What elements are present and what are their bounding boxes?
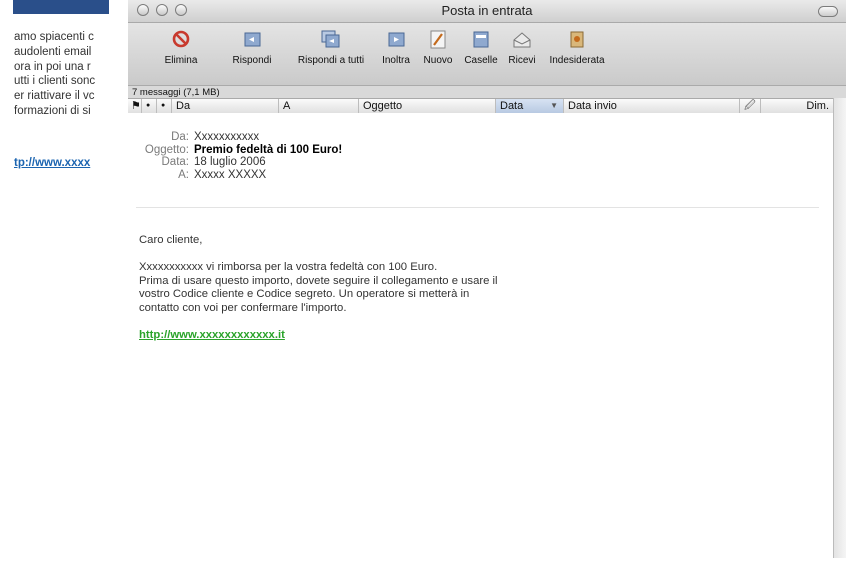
column-read-status[interactable]: ● (142, 99, 157, 113)
subject-label: Oggetto: (144, 143, 189, 156)
date-label: Data: (161, 156, 190, 169)
reply-label: Rispondi (232, 55, 272, 66)
reply-all-label: Rispondi a tutti (297, 55, 365, 66)
delete-icon (172, 30, 190, 48)
reply-all-icon (321, 30, 340, 48)
from-value: Xxxxxxxxxxx (194, 131, 260, 143)
column-to[interactable]: A (279, 99, 359, 113)
header-divider (136, 207, 819, 208)
header-date-row: Data: 18 luglio 2006 (138, 156, 342, 169)
column-flag[interactable]: ⚑ (128, 99, 142, 113)
reply-button[interactable]: Rispondi (230, 29, 274, 66)
forward-button[interactable]: Inoltra (378, 29, 414, 66)
body-line: Xxxxxxxxxxx vi rimborsa per la vostra fe… (139, 261, 438, 273)
message-count-status: 7 messaggi (7,1 MB) (128, 85, 846, 98)
header-subject-row: Oggetto: Premio fedeltà di 100 Euro! (138, 144, 342, 157)
compose-icon (430, 30, 446, 49)
header-to-row: A: Xxxxx XXXXX (138, 169, 342, 182)
background-line: formazioni di si (14, 104, 91, 117)
forward-label: Inoltra (382, 55, 410, 66)
header-from-row: Da: Xxxxxxxxxxx (138, 131, 342, 144)
toolbar: Elimina Rispondi Rispondi a tutti Inoltr… (128, 23, 846, 85)
body-line: vostro Codice cliente e Codice segreto. … (139, 288, 470, 300)
toolbar-toggle-button[interactable] (818, 6, 838, 17)
column-subject[interactable]: Oggetto (359, 99, 496, 113)
message-body: Caro cliente, Xxxxxxxxxxx vi rimborsa pe… (139, 234, 498, 342)
column-size[interactable]: Dim. (761, 99, 834, 113)
column-date[interactable]: Data ▼ (496, 99, 564, 113)
reply-all-button[interactable]: Rispondi a tutti (289, 29, 373, 66)
body-line: contatto con voi per confermare l'import… (139, 301, 347, 314)
mailboxes-icon (473, 31, 489, 48)
message-preview: Da: Xxxxxxxxxxx Oggetto: Premio fedeltà di… (128, 113, 833, 558)
body-paragraph: Xxxxxxxxxxx vi rimborsa per la vostra fe… (139, 261, 498, 315)
background-line: amo spiacenti c (14, 31, 94, 43)
column-date-label: Data (500, 100, 524, 112)
from-label: Da: (171, 131, 189, 143)
junk-label: Indesiderata (549, 55, 605, 66)
message-header: Da: Xxxxxxxxxxx Oggetto: Premio fedeltà di… (138, 131, 342, 181)
delete-button[interactable]: Elimina (159, 29, 203, 66)
title-bar[interactable]: Posta in entrata (128, 0, 846, 23)
date-value: 18 luglio 2006 (194, 156, 266, 169)
background-link[interactable]: tp://www.xxxx (14, 157, 90, 169)
column-from[interactable]: Da (172, 99, 279, 113)
background-text: amo spiacenti c audolenti email ora in p… (14, 30, 120, 119)
to-value: Xxxxx XXXXX (194, 168, 267, 181)
subject-value: Premio fedeltà di 100 Euro! (194, 143, 343, 156)
new-message-button[interactable]: Nuovo (419, 29, 457, 66)
attachment-icon[interactable]: 🖉 (740, 99, 761, 113)
window-bottom (128, 558, 846, 588)
mailboxes-button[interactable]: Caselle (461, 29, 501, 66)
junk-button[interactable]: Indesiderata (546, 29, 608, 66)
background-document: amo spiacenti c audolenti email ora in p… (0, 0, 120, 560)
get-mail-icon (513, 32, 531, 48)
column-date-sent[interactable]: Data invio (564, 99, 740, 113)
background-line: audolenti email (14, 45, 92, 58)
message-list-header: ⚑ ● ● Da A Oggetto Data ▼ Data invio 🖉 D… (128, 98, 834, 114)
column-chat[interactable]: ● (157, 99, 172, 113)
phishing-link[interactable]: http://www.xxxxxxxxxxxx.it (139, 329, 285, 341)
get-mail-button[interactable]: Ricevi (504, 29, 540, 66)
background-line: ora in poi una r (14, 60, 91, 73)
greeting: Caro cliente, (139, 234, 203, 246)
junk-icon (570, 31, 584, 48)
body-line: Prima di usare questo importo, dovete se… (139, 274, 498, 287)
forward-icon (388, 32, 405, 47)
window-title: Posta in entrata (441, 3, 533, 18)
background-line: er riattivare il vc (14, 90, 95, 103)
to-label: A: (178, 168, 189, 181)
reply-icon (244, 32, 261, 47)
background-header-band (13, 0, 109, 14)
background-line: utti i clienti sonc (14, 75, 96, 88)
new-message-label: Nuovo (423, 55, 453, 66)
get-mail-label: Ricevi (508, 55, 536, 66)
preview-scrollbar[interactable] (833, 98, 846, 558)
sort-descending-icon: ▼ (550, 101, 558, 110)
delete-label: Elimina (164, 55, 198, 66)
mailboxes-label: Caselle (464, 55, 498, 66)
mail-window: Posta in entrata Elimina Rispondi Rispon… (128, 0, 846, 588)
